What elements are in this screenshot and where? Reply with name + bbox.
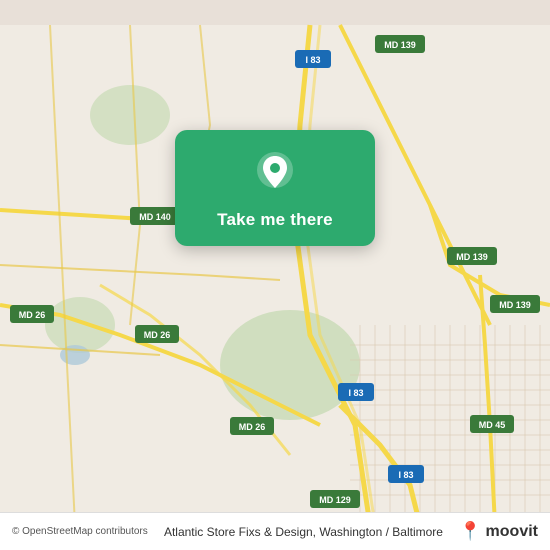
svg-text:I 83: I 83 [398,470,413,480]
svg-text:MD 140: MD 140 [139,212,171,222]
svg-text:I 83: I 83 [305,55,320,65]
moovit-pin-icon: 📍 [459,521,481,542]
moovit-logo: 📍 moovit [459,521,538,542]
take-me-there-button[interactable]: Take me there [217,210,333,230]
svg-text:I 83: I 83 [348,388,363,398]
map-container: I 83 MD 139 MD 140 MD 139 MD 139 MD 26 M… [0,0,550,550]
svg-text:MD 129: MD 129 [319,495,351,505]
svg-text:MD 26: MD 26 [19,310,46,320]
svg-text:MD 139: MD 139 [499,300,531,310]
svg-text:MD 139: MD 139 [456,252,488,262]
location-pin-icon [250,148,300,198]
moovit-brand-label: moovit [486,523,538,541]
svg-text:MD 139: MD 139 [384,40,416,50]
take-me-there-card[interactable]: Take me there [175,130,375,246]
map-attribution: © OpenStreetMap contributors [12,526,148,537]
location-info: Atlantic Store Fixs & Design, Washington… [156,525,451,539]
svg-text:MD 26: MD 26 [239,422,266,432]
svg-text:MD 26: MD 26 [144,330,171,340]
svg-text:MD 45: MD 45 [479,420,506,430]
info-bar: © OpenStreetMap contributors Atlantic St… [0,512,550,550]
